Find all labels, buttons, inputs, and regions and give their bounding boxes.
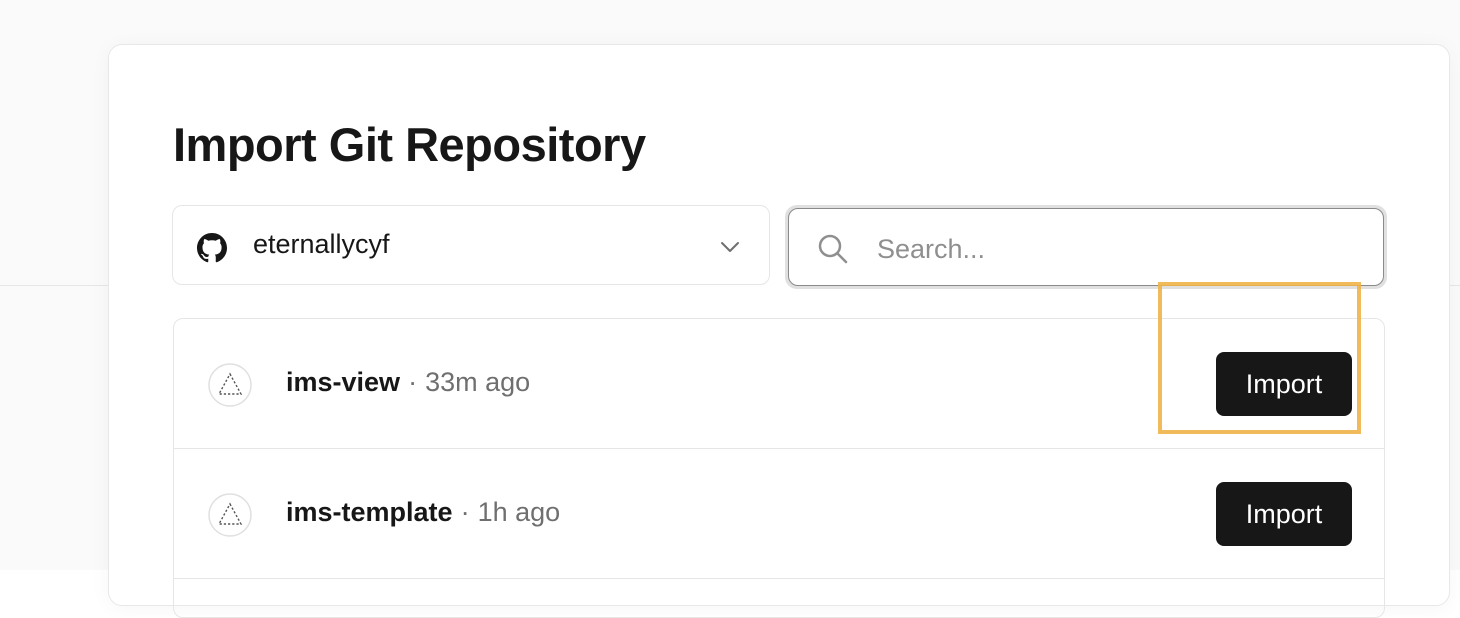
search-box[interactable] xyxy=(788,208,1384,286)
repository-row: ims-template · 1h ago Import xyxy=(174,449,1384,579)
separator: · xyxy=(460,497,470,527)
repository-list: ims-view · 33m ago Import ims-template · 1h … xyxy=(173,318,1385,618)
repository-updated-time: 1h ago xyxy=(477,497,561,527)
repository-info: ims-template · 1h ago xyxy=(286,497,560,528)
search-focus-ring xyxy=(785,205,1387,289)
repository-row: ims-view · 33m ago Import xyxy=(174,319,1384,449)
page-title: Import Git Repository xyxy=(173,118,646,171)
chevron-down-icon xyxy=(721,242,739,252)
triangle-outline-icon xyxy=(208,493,252,537)
repository-name[interactable]: ims-view xyxy=(286,367,400,397)
repository-info: ims-view · 33m ago xyxy=(286,367,530,398)
repository-updated-time: 33m ago xyxy=(425,367,531,397)
github-icon xyxy=(197,233,227,263)
repository-name[interactable]: ims-template xyxy=(286,497,453,527)
search-icon xyxy=(818,234,848,264)
separator: · xyxy=(408,367,418,397)
search-input[interactable] xyxy=(875,223,1359,275)
account-name: eternallycyf xyxy=(253,229,390,259)
import-button[interactable]: Import xyxy=(1216,352,1352,416)
triangle-outline-icon xyxy=(208,363,252,407)
import-card: Import Git Repository eternallycyf ims-v… xyxy=(108,44,1450,618)
account-scope-selector[interactable]: eternallycyf xyxy=(172,205,770,285)
import-button[interactable]: Import xyxy=(1216,482,1352,546)
